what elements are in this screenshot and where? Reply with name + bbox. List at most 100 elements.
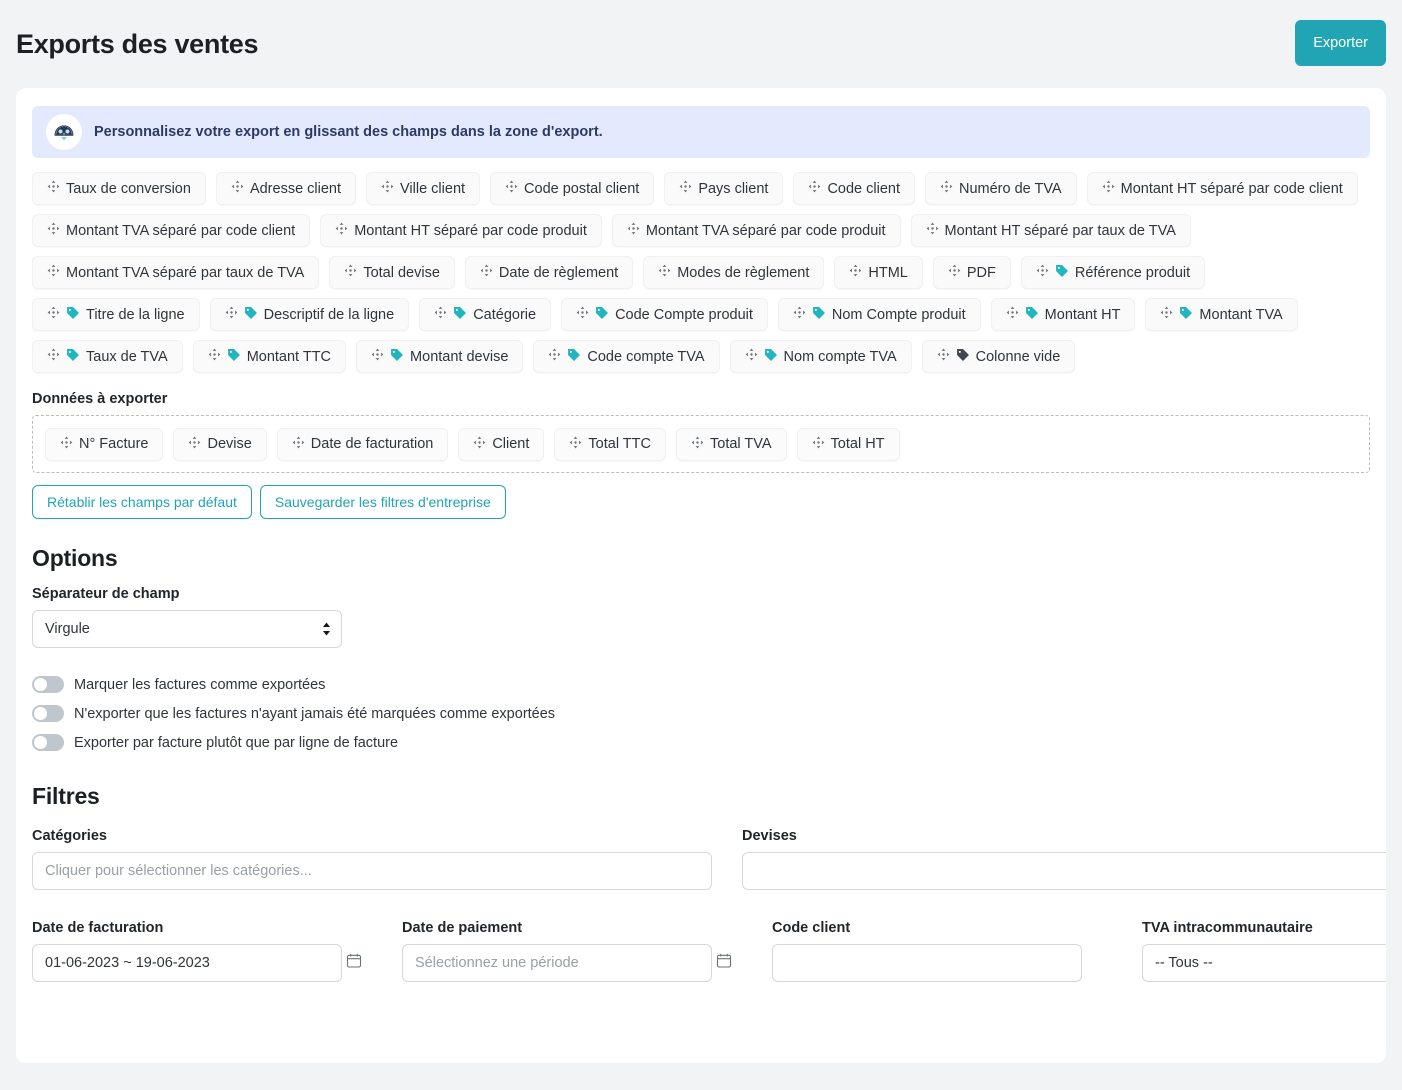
move-handle-icon (47, 348, 60, 365)
available-field-chip[interactable]: Montant HT séparé par code client (1086, 172, 1358, 205)
available-field-chip[interactable]: Montant TVA (1145, 298, 1298, 331)
field-chip-label: HTML (868, 264, 908, 281)
tva-intra-label: TVA intracommunautaire (1142, 920, 1313, 936)
page-title: Exports des ventes (16, 28, 259, 59)
move-handle-icon (292, 436, 305, 453)
available-field-chip[interactable]: Modes de règlement (643, 256, 825, 289)
field-chip-label: Code compte TVA (587, 348, 705, 365)
available-field-chip[interactable]: Titre de la ligne (32, 298, 200, 331)
available-field-chip[interactable]: Date de règlement (464, 256, 634, 289)
available-field-chip[interactable]: Adresse client (215, 172, 357, 205)
separator-select[interactable]: Virgule (32, 610, 342, 648)
date-facturation-input[interactable] (32, 944, 342, 982)
move-handle-icon (1102, 180, 1115, 197)
selected-field-chip[interactable]: Client (458, 427, 545, 461)
categories-input[interactable] (32, 852, 712, 890)
available-field-chip[interactable]: Montant HT (990, 298, 1136, 331)
field-chip-label: Numéro de TVA (958, 180, 1062, 197)
field-chip-label: Nom compte TVA (783, 348, 897, 365)
available-field-chip[interactable]: Catégorie (419, 298, 552, 331)
date-paiement-label: Date de paiement (402, 920, 523, 936)
field-chip-label: Code Compte produit (615, 306, 753, 323)
field-chip-label: Client (492, 436, 530, 452)
dropzone-label: Données à exporter (32, 391, 168, 407)
code-client-input[interactable] (772, 944, 1082, 982)
available-field-chip[interactable]: Montant TVA séparé par code client (32, 214, 311, 247)
available-field-chip[interactable]: Montant TTC (192, 340, 347, 373)
available-field-chip[interactable]: Montant HT séparé par code produit (320, 214, 602, 247)
move-handle-icon (371, 348, 384, 365)
devises-input[interactable] (742, 852, 1386, 890)
selected-field-chip[interactable]: Date de facturation (276, 427, 449, 461)
export-dropzone[interactable]: N° Facture Devise Date de facturation Clien… (32, 415, 1370, 473)
field-chip-label: Colonne vide (975, 348, 1061, 365)
field-chip-label: Code postal client (524, 180, 640, 197)
option-toggle-2[interactable] (32, 734, 64, 751)
field-chip-label: Descriptif de la ligne (263, 306, 395, 323)
available-field-chip[interactable]: Code client (793, 172, 915, 205)
move-handle-icon (576, 306, 589, 323)
move-handle-icon (344, 264, 357, 281)
move-handle-icon (679, 180, 692, 197)
move-handle-icon (231, 180, 244, 197)
available-field-chip[interactable]: Montant TVA séparé par taux de TVA (32, 256, 320, 289)
move-handle-icon (793, 306, 806, 323)
selected-field-chip[interactable]: Total TTC (554, 427, 666, 461)
available-field-chip[interactable]: Montant devise (356, 340, 524, 373)
available-field-chip[interactable]: Référence produit (1020, 256, 1206, 289)
available-field-chip[interactable]: Taux de conversion (32, 172, 206, 205)
selected-field-chip[interactable]: Total HT (796, 427, 900, 461)
tva-intra-select[interactable]: -- Tous -- (1142, 944, 1386, 982)
move-handle-icon (940, 180, 953, 197)
option-toggle-1[interactable] (32, 705, 64, 722)
filters-row-1: Catégories Devises (32, 814, 1386, 890)
tag-icon (812, 306, 826, 324)
move-handle-icon (745, 348, 758, 365)
available-field-chip[interactable]: Descriptif de la ligne (209, 298, 410, 331)
field-chip-label: Taux de conversion (66, 180, 191, 197)
tag-icon (1179, 306, 1193, 324)
available-field-chip[interactable]: HTML (834, 256, 923, 289)
export-button[interactable]: Exporter (1295, 20, 1386, 66)
option-toggle-label: N'exporter que les factures n'ayant jama… (74, 705, 556, 722)
available-field-chip[interactable]: Montant TVA séparé par code produit (611, 214, 901, 247)
reset-default-fields-button[interactable]: Rétablir les champs par défaut (32, 485, 252, 519)
available-field-chip[interactable]: Code postal client (490, 172, 655, 205)
move-handle-icon (47, 264, 60, 281)
available-field-chip[interactable]: Code Compte produit (561, 298, 768, 331)
devises-field: Devises (742, 814, 1386, 890)
available-field-chip[interactable]: Pays client (664, 172, 784, 205)
selected-field-chip[interactable]: Devise (173, 427, 267, 461)
info-banner: Personnalisez votre export en glissant d… (32, 106, 1370, 158)
save-company-filters-button[interactable]: Sauvegarder les filtres d'entreprise (259, 485, 506, 519)
filters-section-title: Filtres (32, 783, 100, 809)
field-chip-label: N° Facture (79, 436, 149, 452)
move-handle-icon (627, 222, 640, 239)
date-paiement-input[interactable] (402, 944, 712, 982)
selected-field-chip[interactable]: Total TVA (676, 427, 787, 461)
available-field-chip[interactable]: Taux de TVA (32, 340, 183, 373)
available-field-chip[interactable]: Colonne vide (921, 340, 1076, 373)
option-toggle-0[interactable] (32, 676, 64, 693)
field-chip-label: Montant devise (410, 348, 509, 365)
selected-field-chip[interactable]: N° Facture (45, 427, 164, 461)
available-field-chip[interactable]: PDF (932, 256, 1011, 289)
available-field-chip[interactable]: Nom Compte produit (777, 298, 981, 331)
available-field-chip[interactable]: Numéro de TVA (924, 172, 1077, 205)
available-field-chip[interactable]: Code compte TVA (533, 340, 720, 373)
available-field-chip[interactable]: Ville client (366, 172, 481, 205)
options-toggle-list: Marquer les factures comme exportées N'ex… (32, 670, 1370, 757)
field-chip-label: Date de facturation (310, 436, 434, 452)
move-handle-icon (812, 436, 825, 453)
devises-label: Devises (742, 828, 797, 844)
available-field-chip[interactable]: Montant HT séparé par taux de TVA (910, 214, 1191, 247)
calendar-icon (716, 953, 732, 974)
tag-icon (66, 306, 80, 324)
move-handle-icon (381, 180, 394, 197)
available-field-chip[interactable]: Total devise (329, 256, 455, 289)
export-card: Personnalisez votre export en glissant d… (16, 88, 1386, 1063)
move-handle-icon (849, 264, 862, 281)
move-handle-icon (1160, 306, 1173, 323)
available-field-chip[interactable]: Nom compte TVA (729, 340, 912, 373)
tag-icon (227, 348, 241, 366)
